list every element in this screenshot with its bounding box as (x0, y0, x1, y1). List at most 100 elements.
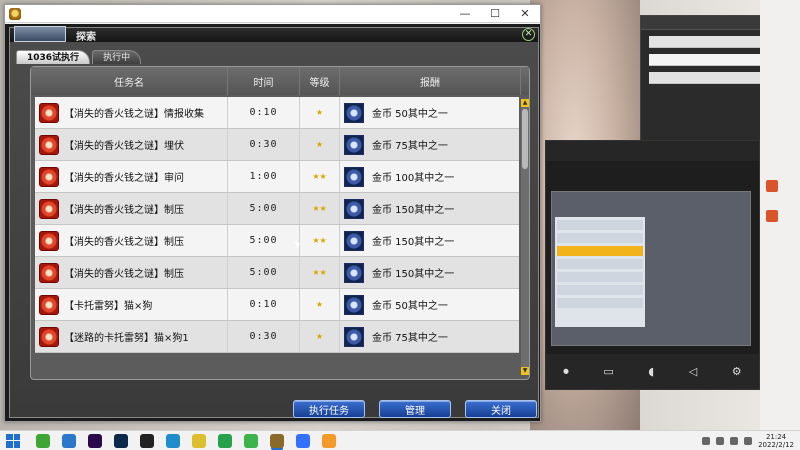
qq-icon[interactable] (140, 433, 154, 448)
task-name: 【消失的香火钱之谜】情报收集 (64, 109, 204, 120)
task-reward-cell: 金币 150其中之一 (340, 257, 519, 288)
table-row[interactable]: 【迷路的卡托雷努】猫×狗1 0:30 ★ 金币 75其中之一 (35, 321, 519, 353)
chrome-icon[interactable] (192, 433, 206, 448)
reward-coin-icon (344, 294, 364, 315)
task-level-stars: ★ (300, 289, 340, 320)
task-name-cell: 【卡托雷努】猫×狗 (35, 289, 228, 320)
task-reward: 金币 150其中之一 (372, 269, 455, 280)
game-client-icon[interactable] (270, 433, 284, 448)
desktop-file-icon[interactable] (766, 210, 778, 222)
speaker-icon: ◁ (688, 365, 698, 378)
system-tray: 21:24 2022/2/12 (702, 433, 800, 449)
record-icon: ⏺ (563, 364, 569, 378)
upload-icon[interactable] (218, 433, 232, 448)
tab-1[interactable]: 执行中 (92, 50, 142, 64)
table-row[interactable]: 【消失的香火钱之谜】制压 5:00 ★★ 金币 150其中之一 (35, 225, 519, 257)
task-icon (39, 134, 59, 155)
streaming-control[interactable]: ◁ (689, 365, 697, 378)
photoshop-icon[interactable] (114, 433, 128, 448)
task-reward-cell: 金币 75其中之一 (340, 129, 519, 160)
game-window: — ☐ ✕ 探索 ✕ 1036试执行 执行中 任务名 时间 等级 报酬 【消失的香… (4, 4, 541, 422)
obs-icon[interactable] (322, 433, 336, 448)
header-reward: 报酬 (340, 67, 521, 95)
streaming-control[interactable]: ⏺ (563, 365, 569, 379)
window-close-button[interactable]: ✕ (510, 5, 540, 23)
preview-mini-list (555, 217, 645, 327)
preview-row (557, 272, 643, 282)
taskbar-apps (30, 433, 342, 448)
preview-row-highlighted (557, 246, 643, 256)
streaming-preview (551, 191, 751, 346)
tray-icon[interactable] (730, 436, 739, 445)
streaming-control[interactable]: ⚙ (732, 365, 742, 378)
scroll-down-icon[interactable]: ▼ (521, 367, 529, 375)
streaming-controls: ⏺ ▭ ◖ ◁ ⚙ (546, 354, 759, 389)
reward-coin-icon (344, 262, 364, 283)
streaming-control[interactable]: ▭ (603, 365, 613, 378)
task-icon (39, 262, 59, 283)
close-button[interactable]: 关闭 (465, 400, 537, 418)
reward-coin-icon (344, 326, 364, 347)
panel-close-icon[interactable]: ✕ (522, 28, 535, 41)
maximize-button[interactable]: ☐ (480, 5, 510, 23)
scroll-up-icon[interactable]: ▲ (521, 99, 529, 107)
taskbar-clock[interactable]: 21:24 2022/2/12 (758, 433, 794, 449)
task-icon (39, 166, 59, 187)
scroll-thumb[interactable] (522, 109, 528, 169)
table-row[interactable]: 【卡托雷努】猫×狗 0:10 ★ 金币 50其中之一 (35, 289, 519, 321)
task-reward-cell: 金币 50其中之一 (340, 289, 519, 320)
task-name-cell: 【消失的香火钱之谜】制压 (35, 193, 228, 224)
task-icon (39, 230, 59, 251)
task-reward: 金币 100其中之一 (372, 173, 455, 184)
streaming-toolbar (546, 141, 759, 161)
settings-icon: ⚙ (731, 365, 742, 378)
task-name-cell: 【迷路的卡托雷努】猫×狗1 (35, 321, 228, 352)
table-row[interactable]: 【消失的香火钱之谜】制压 5:00 ★★ 金币 150其中之一 (35, 193, 519, 225)
feishu-icon[interactable] (296, 433, 310, 448)
game-emblem (14, 26, 66, 42)
desktop-file-icon[interactable] (766, 180, 778, 192)
preview-row (557, 298, 643, 308)
task-name-cell: 【消失的香火钱之谜】审问 (35, 161, 228, 192)
table-row[interactable]: 【消失的香火钱之谜】埋伏 0:30 ★ 金币 75其中之一 (35, 129, 519, 161)
tray-icon[interactable] (744, 436, 753, 445)
premiere-icon[interactable] (88, 433, 102, 448)
table-row[interactable]: 【消失的香火钱之谜】审问 1:00 ★★ 金币 100其中之一 (35, 161, 519, 193)
task-time: 5:00 (228, 225, 300, 256)
task-reward: 金币 150其中之一 (372, 205, 455, 216)
app-blue-icon[interactable] (62, 433, 76, 448)
streaming-control[interactable]: ◖ (648, 365, 654, 378)
panel-header: 探索 ✕ (10, 26, 538, 43)
task-reward: 金币 75其中之一 (372, 141, 448, 152)
tab-0[interactable]: 1036试执行 (16, 50, 91, 64)
app-icon (9, 7, 21, 20)
clock-time: 21:24 (765, 432, 787, 441)
task-time: 0:30 (228, 321, 300, 352)
table-row[interactable]: 【消失的香火钱之谜】情报收集 0:10 ★ 金币 50其中之一 (35, 97, 519, 129)
table-row[interactable]: 【消失的香火钱之谜】制压 5:00 ★★ 金币 150其中之一 (35, 257, 519, 289)
tray-icon[interactable] (716, 436, 725, 445)
tray-icon[interactable] (702, 436, 711, 445)
edge-icon[interactable] (166, 433, 180, 448)
task-time: 0:10 (228, 289, 300, 320)
task-name: 【消失的香火钱之谜】制压 (64, 237, 184, 248)
execute-task-button[interactable]: 执行任务 (293, 400, 365, 418)
action-buttons: 执行任务 管理 关闭 (293, 400, 537, 418)
task-time: 0:30 (228, 129, 300, 160)
task-name-cell: 【消失的香火钱之谜】埋伏 (35, 129, 228, 160)
task-name: 【消失的香火钱之谜】审问 (64, 173, 184, 184)
explore-panel: 探索 ✕ 1036试执行 执行中 任务名 时间 等级 报酬 【消失的香火钱之谜】情… (9, 26, 539, 418)
manage-button[interactable]: 管理 (379, 400, 451, 418)
task-name-cell: 【消失的香火钱之谜】制压 (35, 225, 228, 256)
task-reward-cell: 金币 75其中之一 (340, 321, 519, 352)
wechat-icon[interactable] (244, 433, 258, 448)
360-browser-icon[interactable] (36, 433, 50, 448)
task-icon (39, 198, 59, 219)
minimize-button[interactable]: — (450, 5, 480, 23)
start-icon[interactable] (6, 433, 20, 448)
task-time: 1:00 (228, 161, 300, 192)
table-scrollbar[interactable]: ▲ ▼ (521, 99, 529, 375)
reward-coin-icon (344, 102, 364, 123)
task-reward-cell: 金币 50其中之一 (340, 97, 519, 128)
preview-row (557, 220, 643, 230)
